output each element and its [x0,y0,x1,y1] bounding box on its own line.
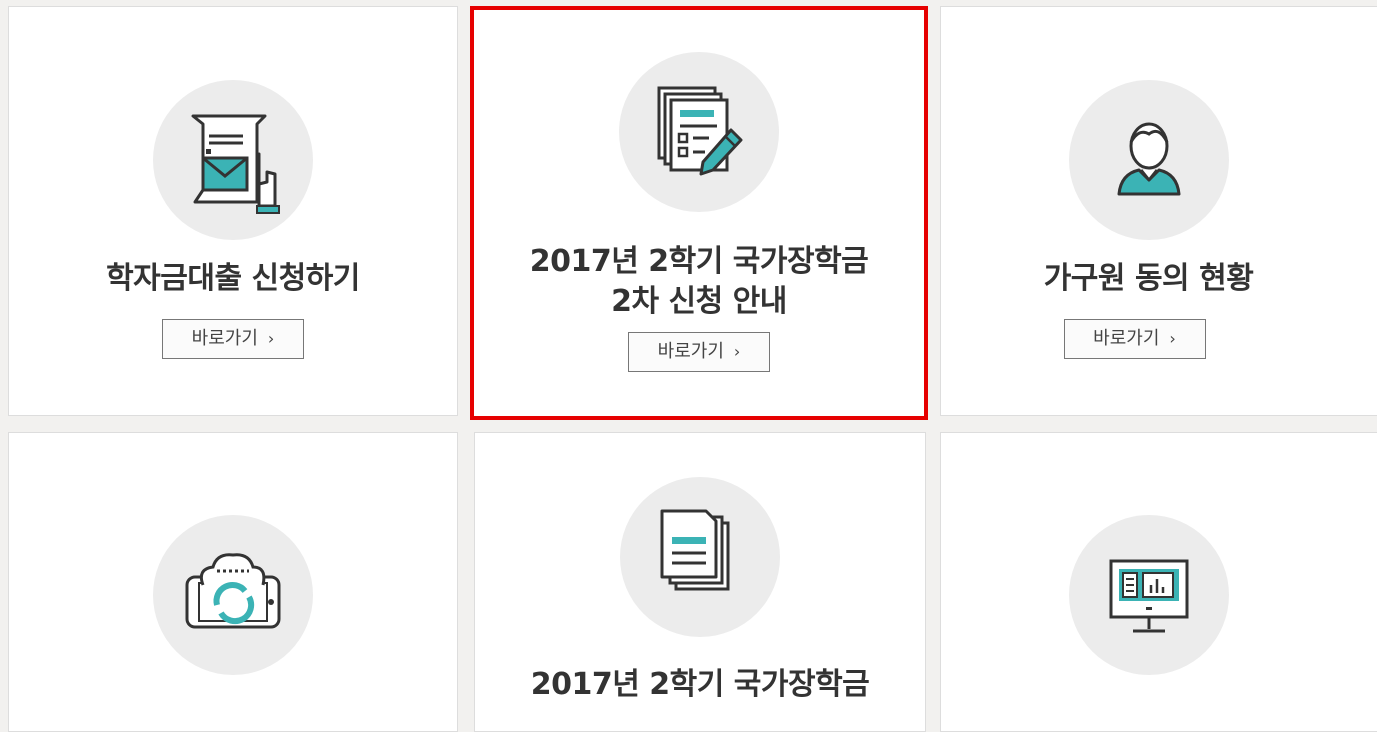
document-edit-icon [619,52,779,212]
go-button[interactable]: 바로가기 › [1063,319,1206,359]
card-scholarship-notice-2: 2017년 2학기 국가장학금 [474,432,926,732]
documents-icon [620,477,780,637]
go-button[interactable]: 바로가기 › [628,332,770,372]
card-title: 2017년 2학기 국가장학금 [530,667,870,702]
person-icon [1068,80,1229,240]
card-title: 가구원 동의 현황 [1043,261,1254,296]
monitor-icon [1068,515,1229,675]
go-button[interactable]: 바로가기 › [162,319,304,359]
chevron-right-icon: › [1169,329,1176,348]
cloud-sync-icon [153,515,313,675]
card-monitor [940,432,1377,732]
card-loan-application: 학자금대출 신청하기 바로가기 › [8,6,458,416]
card-title: 학자금대출 신청하기 [106,261,360,296]
loan-application-icon [153,80,313,240]
chevron-right-icon: › [733,342,741,361]
card-household-consent: 가구원 동의 현황 바로가기 › [940,6,1377,416]
card-scholarship-notice: 2017년 2학기 국가장학금 2차 신청 안내 바로가기 › [470,6,928,420]
card-title: 2017년 2학기 국가장학금 2차 신청 안내 [529,244,869,319]
chevron-right-icon: › [267,329,275,348]
card-cloud-sync [8,432,458,732]
